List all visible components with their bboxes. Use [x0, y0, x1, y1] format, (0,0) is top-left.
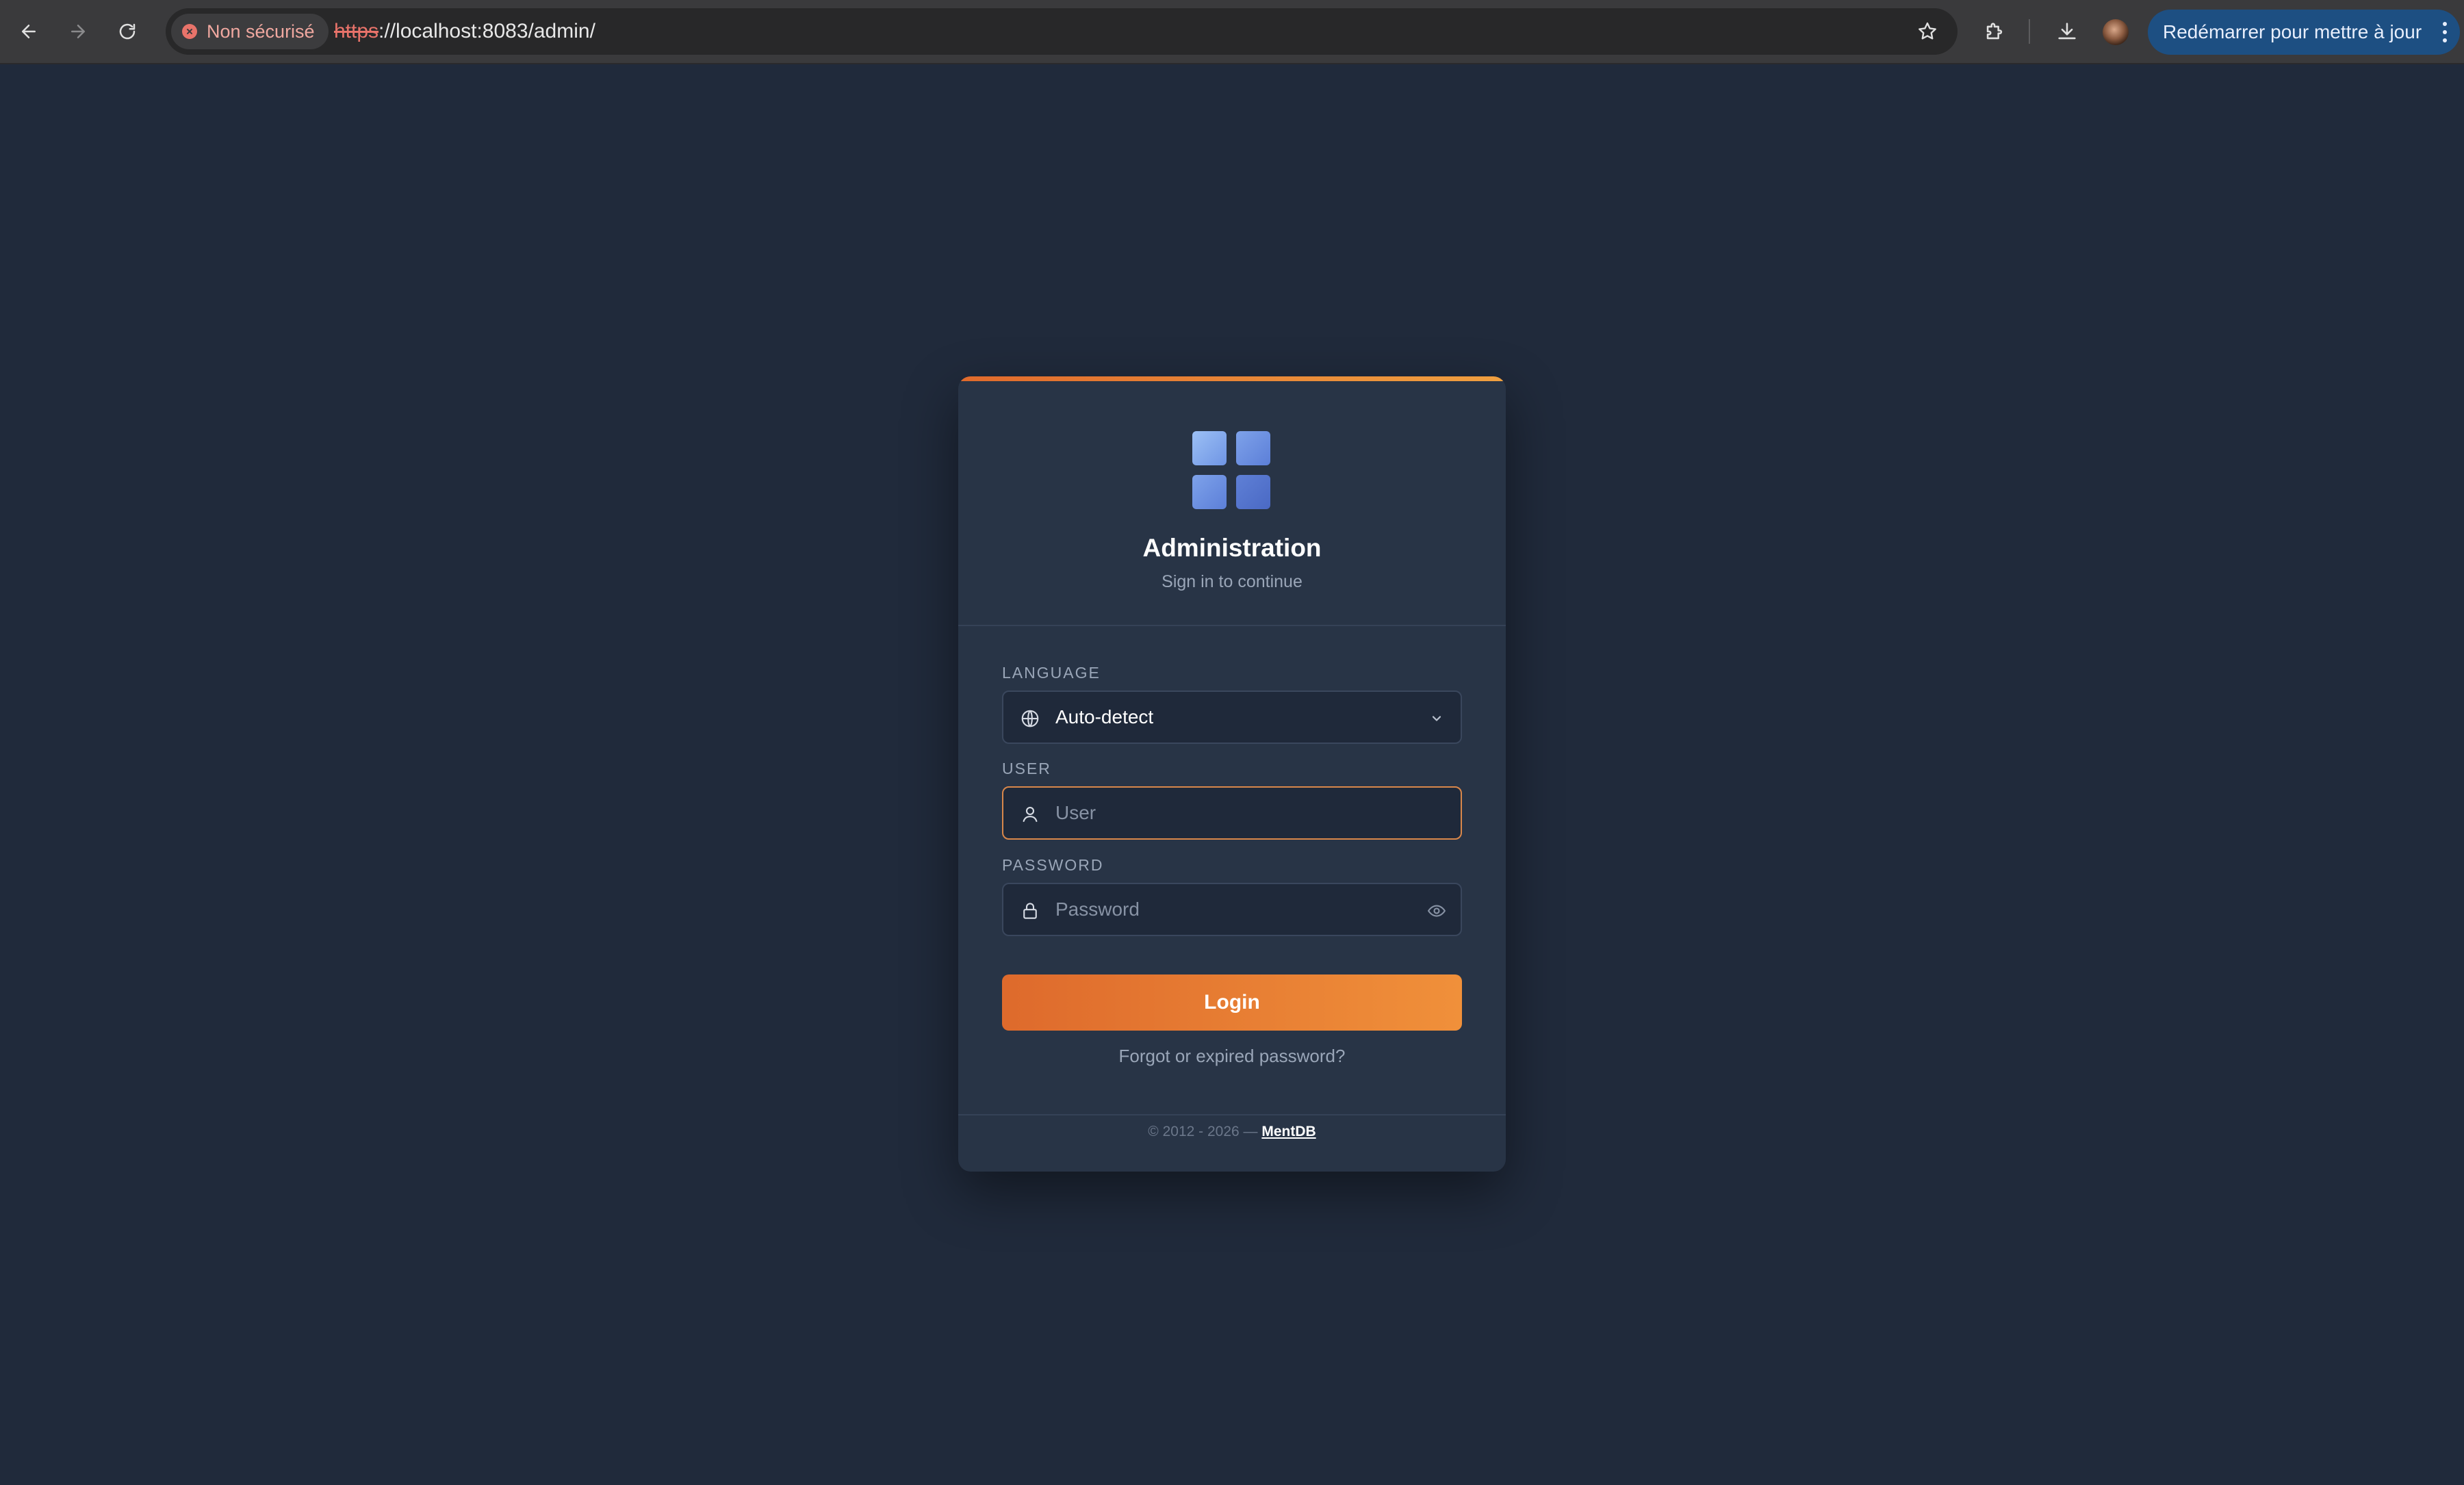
- user-field[interactable]: [1002, 786, 1462, 840]
- url-text[interactable]: https://localhost:8083/admin/: [334, 8, 595, 55]
- address-bar[interactable]: Non sécurisé https://localhost:8083/admi…: [166, 8, 1958, 55]
- footer-brand-link[interactable]: MentDB: [1261, 1124, 1316, 1139]
- x-circle-icon: [182, 24, 197, 39]
- language-label: LANGUAGE: [1002, 664, 1101, 682]
- password-label: PASSWORD: [1002, 856, 1104, 874]
- toolbar-separator: [2029, 19, 2030, 44]
- update-button-label: Redémarrer pour mettre à jour: [2163, 21, 2422, 42]
- star-icon[interactable]: [1916, 21, 1938, 42]
- password-field[interactable]: [1002, 883, 1462, 936]
- downloads-button[interactable]: [2053, 18, 2081, 45]
- grid-logo-icon: [1192, 431, 1272, 511]
- url-scheme: https: [334, 20, 379, 42]
- footer: © 2012 - 2026 — MentDB: [958, 1124, 1506, 1140]
- footer-divider: [958, 1114, 1506, 1115]
- globe-icon: [1021, 710, 1039, 727]
- eye-icon[interactable]: [1426, 901, 1447, 921]
- login-card: Administration Sign in to continue LANGU…: [958, 376, 1506, 1172]
- url-rest: ://localhost:8083/admin/: [378, 20, 595, 42]
- reload-button[interactable]: [111, 15, 144, 48]
- update-button[interactable]: Redémarrer pour mettre à jour: [2148, 10, 2460, 55]
- puzzle-icon: [1986, 23, 2003, 40]
- download-icon: [2058, 23, 2076, 40]
- forgot-password-link[interactable]: Forgot or expired password?: [958, 1046, 1506, 1067]
- chevron-down-icon: [1432, 716, 1441, 721]
- footer-copyright: © 2012 - 2026 —: [1148, 1124, 1258, 1139]
- arrow-left-icon: [22, 25, 36, 38]
- user-input[interactable]: [1054, 788, 1424, 838]
- header-divider: [958, 625, 1506, 626]
- page-subtitle: Sign in to continue: [1162, 572, 1302, 591]
- browser-toolbar: Non sécurisé https://localhost:8083/admi…: [0, 0, 2464, 64]
- card-accent-bar: [958, 376, 1506, 381]
- language-select[interactable]: Auto-detect: [1002, 690, 1462, 744]
- reload-icon: [119, 23, 136, 40]
- lock-icon: [1023, 903, 1037, 919]
- user-icon: [1023, 806, 1038, 823]
- login-button[interactable]: Login: [1002, 974, 1462, 1031]
- security-label: Non sécurisé: [207, 21, 315, 42]
- extensions-button[interactable]: [1981, 18, 2008, 45]
- forward-button[interactable]: [62, 15, 94, 48]
- arrow-right-icon: [71, 25, 85, 38]
- back-button[interactable]: [12, 15, 45, 48]
- user-label: USER: [1002, 760, 1051, 777]
- password-input[interactable]: [1054, 884, 1424, 935]
- profile-avatar[interactable]: [2103, 19, 2129, 45]
- language-selected-value: Auto-detect: [1055, 706, 1154, 727]
- kebab-menu-icon[interactable]: [2442, 22, 2448, 42]
- security-indicator[interactable]: Non sécurisé: [171, 14, 329, 49]
- page-title: Administration: [1142, 534, 1322, 562]
